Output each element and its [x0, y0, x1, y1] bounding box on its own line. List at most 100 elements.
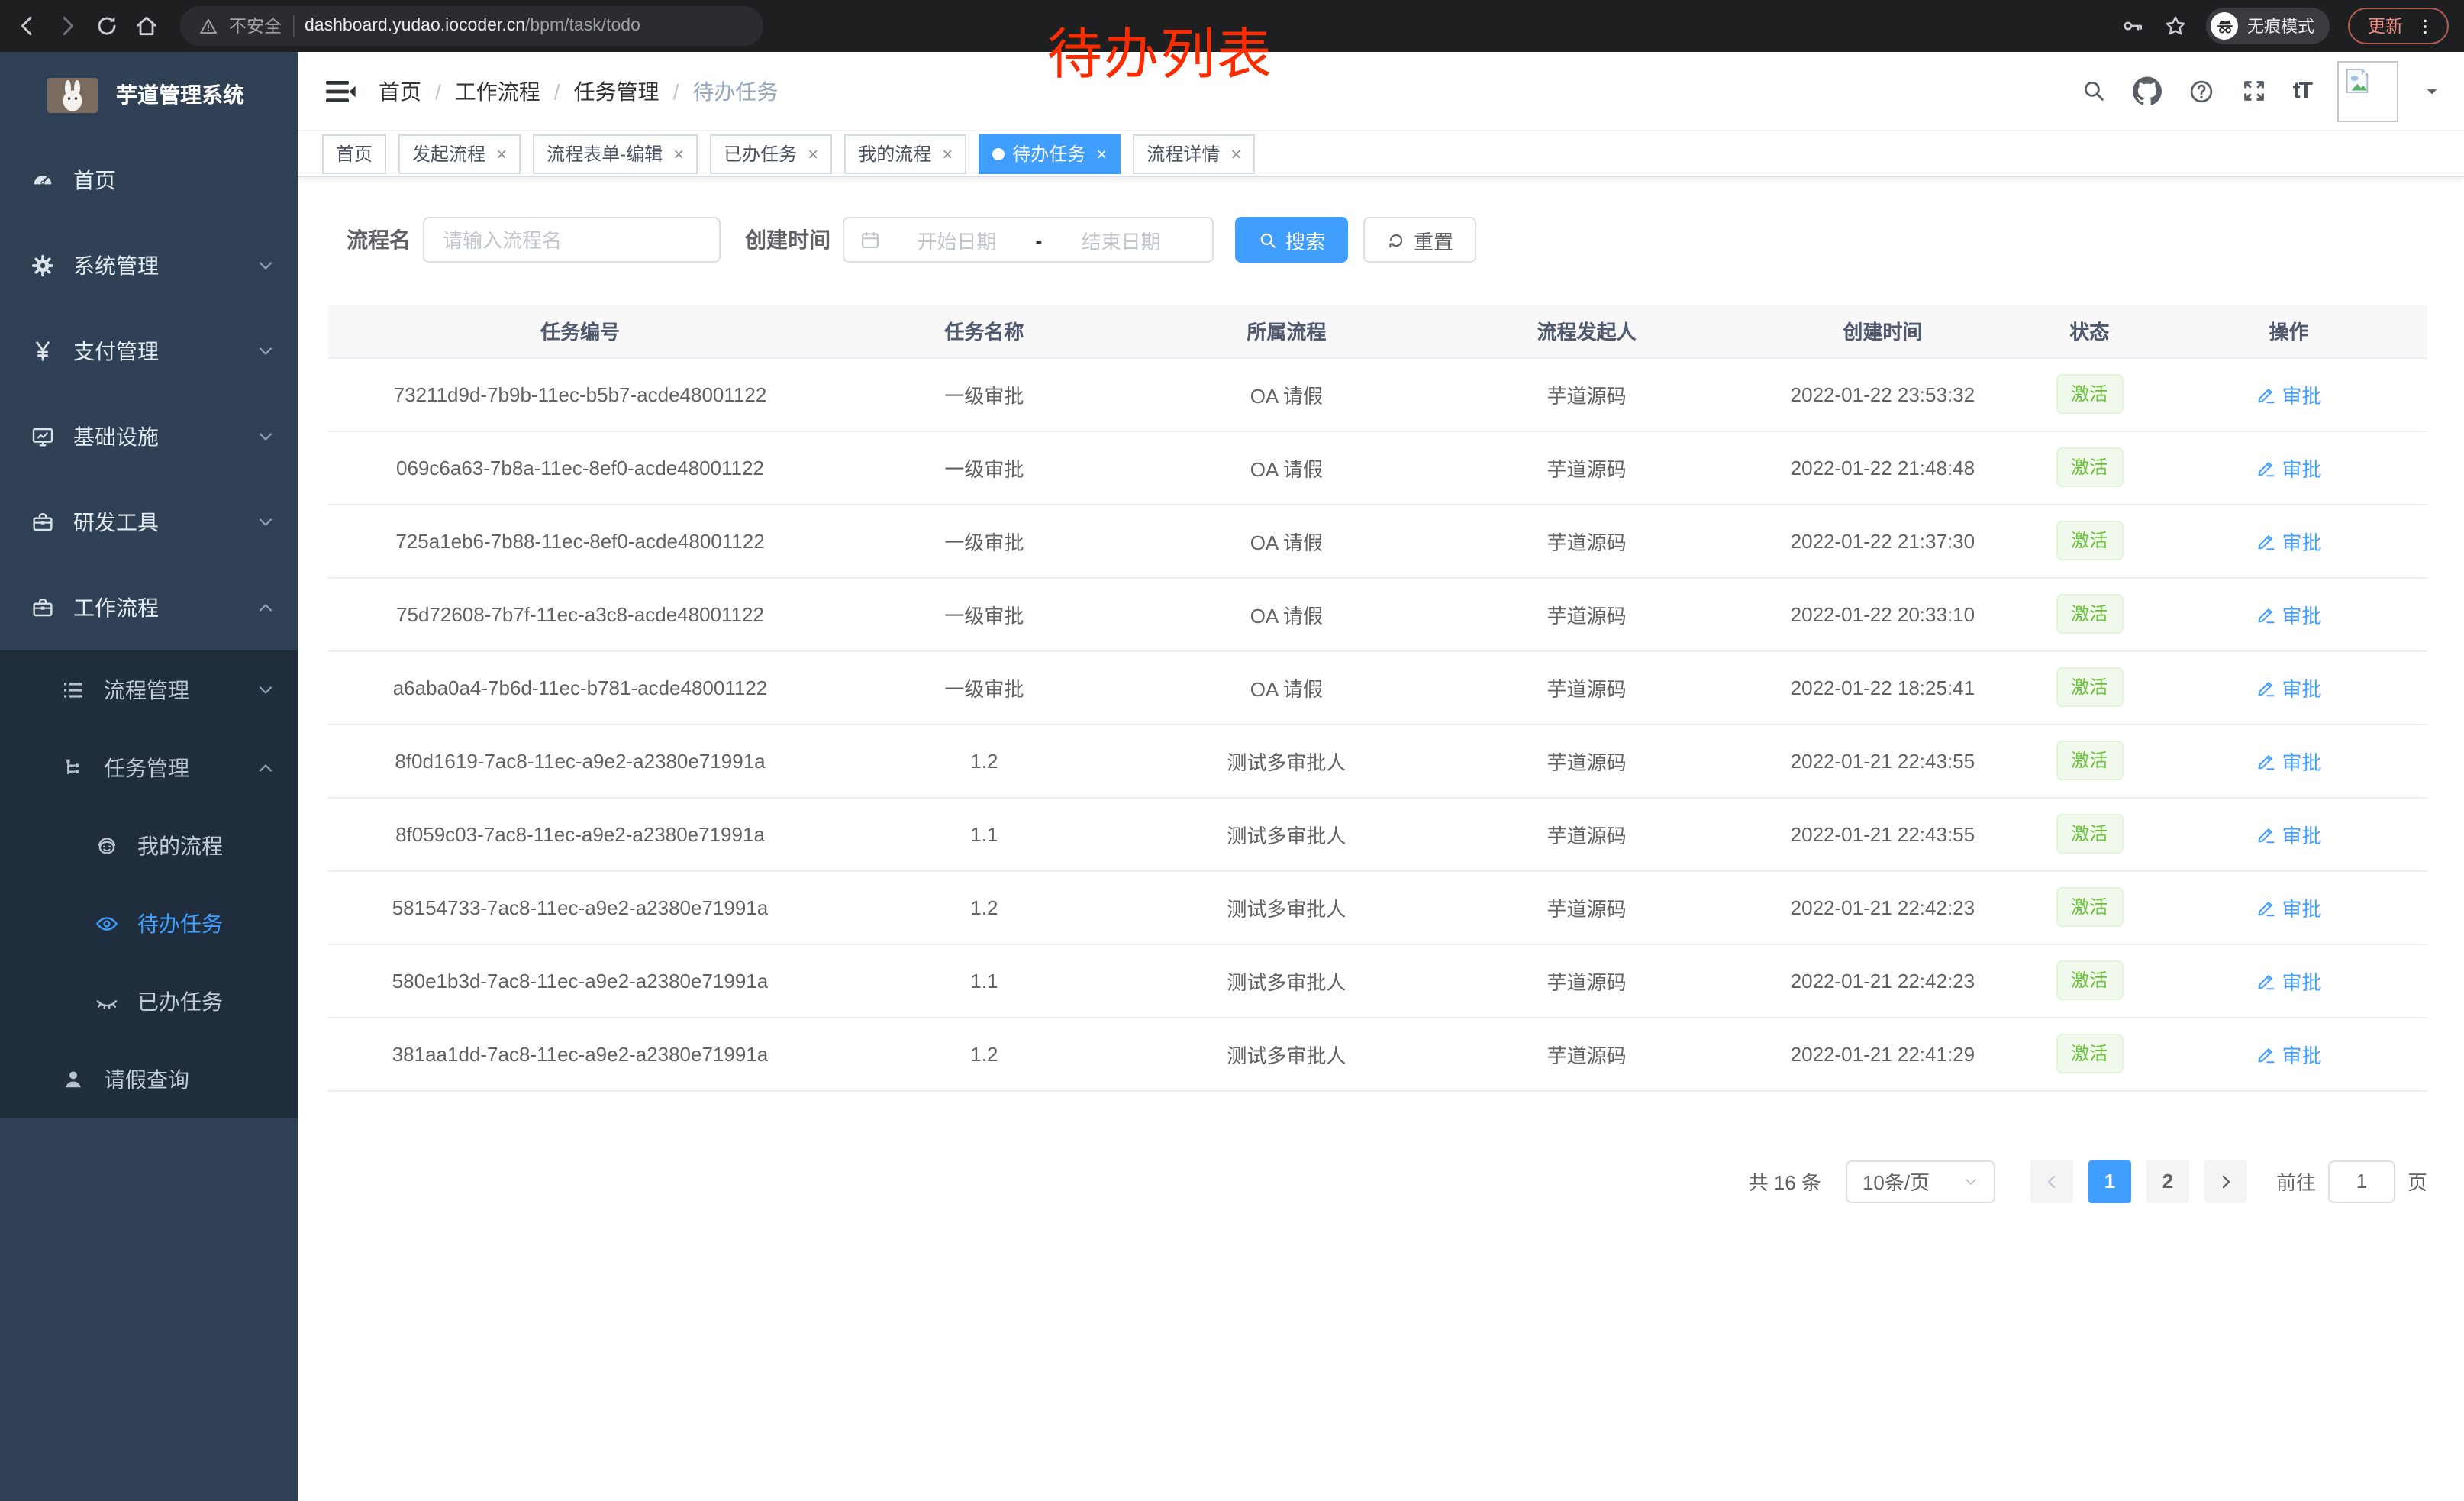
approve-button[interactable]: 审批 — [2256, 893, 2321, 922]
avatar[interactable] — [2337, 60, 2398, 121]
tab-start-process[interactable]: 发起流程 × — [398, 134, 521, 173]
sidebar-item-my-process[interactable]: 我的流程 — [0, 806, 298, 884]
table-row: 8f059c03-7ac8-11ec-a9e2-a2380e71991a1.1测… — [328, 797, 2427, 870]
tab-done-tasks[interactable]: 已办任务× — [710, 134, 832, 173]
sidebar-item-payment[interactable]: 支付管理 — [0, 308, 298, 394]
sidebar-item-leave-query[interactable]: 请假查询 — [0, 1040, 298, 1118]
process-name: 测试多审批人 — [1137, 944, 1437, 1017]
created-time: 2022-01-21 22:42:23 — [1737, 870, 2028, 944]
tab-process-detail[interactable]: 流程详情× — [1133, 134, 1255, 173]
reload-icon[interactable] — [95, 14, 119, 38]
task-name: 1.2 — [832, 724, 1137, 797]
approve-button[interactable]: 审批 — [2256, 379, 2321, 408]
browser-menu-icon[interactable] — [2415, 16, 2435, 36]
forward-icon[interactable] — [55, 14, 79, 38]
broken-image-icon — [2342, 65, 2372, 95]
address-bar[interactable]: 不安全 dashboard.yudao.iocoder.cn/bpm/task/… — [180, 6, 763, 46]
page-2-button[interactable]: 2 — [2146, 1160, 2189, 1202]
goto-page-input[interactable] — [2328, 1160, 2395, 1202]
approve-label: 审批 — [2282, 453, 2321, 482]
face-icon — [95, 833, 119, 857]
avatar-caret-icon[interactable] — [2424, 83, 2440, 98]
search-icon[interactable] — [2081, 78, 2107, 104]
close-icon[interactable]: × — [942, 143, 953, 164]
breadcrumb-workflow[interactable]: 工作流程 — [455, 76, 540, 106]
page-size-select[interactable]: 10条/页 — [1846, 1160, 1995, 1202]
update-label: 更新 — [2368, 14, 2403, 38]
list-icon — [61, 677, 85, 702]
sidebar-toggle-icon[interactable] — [322, 73, 359, 109]
not-secure-icon — [198, 16, 218, 36]
approve-button[interactable]: 审批 — [2256, 819, 2321, 848]
sidebar-item-done-tasks[interactable]: 已办任务 — [0, 962, 298, 1040]
tab-label: 发起流程 — [412, 140, 485, 166]
chevron-down-icon — [256, 342, 275, 360]
tab-process-form-edit[interactable]: 流程表单-编辑× — [533, 134, 698, 173]
sidebar-item-task-management[interactable]: 任务管理 — [0, 728, 298, 806]
font-size-icon[interactable]: tT — [2293, 78, 2311, 104]
search-icon — [1258, 230, 1278, 250]
search-button[interactable]: 搜索 — [1235, 217, 1348, 263]
breadcrumb-home[interactable]: 首页 — [379, 76, 421, 106]
prev-page-button[interactable] — [2030, 1160, 2073, 1202]
github-icon[interactable] — [2133, 76, 2162, 105]
incognito-badge: 无痕模式 — [2206, 8, 2330, 44]
starter: 芋道源码 — [1437, 577, 1737, 650]
breadcrumb-task-management[interactable]: 任务管理 — [574, 76, 660, 106]
approve-label: 审批 — [2282, 893, 2321, 922]
breadcrumb-separator: / — [554, 79, 560, 103]
close-icon[interactable]: × — [808, 143, 818, 164]
status-badge: 激活 — [2056, 667, 2123, 707]
back-icon[interactable] — [15, 14, 40, 38]
sidebar-item-process-management[interactable]: 流程管理 — [0, 650, 298, 728]
starter: 芋道源码 — [1437, 944, 1737, 1017]
approve-button[interactable]: 审批 — [2256, 1039, 2321, 1068]
sidebar-item-system[interactable]: 系统管理 — [0, 223, 298, 308]
close-icon[interactable]: × — [1096, 143, 1107, 164]
sidebar-item-dev-tools[interactable]: 研发工具 — [0, 479, 298, 565]
update-button[interactable]: 更新 — [2348, 8, 2449, 44]
process-name-input[interactable] — [423, 217, 721, 263]
password-key-icon[interactable] — [2121, 14, 2145, 38]
chevron-down-icon — [256, 680, 275, 699]
home-icon[interactable] — [134, 14, 159, 38]
sidebar-item-home[interactable]: 首页 — [0, 137, 298, 223]
fullscreen-icon[interactable] — [2241, 78, 2267, 104]
sidebar-item-infrastructure[interactable]: 基础设施 — [0, 394, 298, 479]
breadcrumb-current: 待办任务 — [692, 76, 778, 106]
gear-icon — [31, 253, 55, 278]
sidebar-item-todo-tasks[interactable]: 待办任务 — [0, 884, 298, 962]
url-divider — [292, 15, 294, 37]
approve-button[interactable]: 审批 — [2256, 599, 2321, 628]
date-range-picker[interactable]: 开始日期 - 结束日期 — [843, 217, 1214, 263]
next-page-button[interactable] — [2204, 1160, 2247, 1202]
chevron-down-icon — [256, 257, 275, 275]
created-time: 2022-01-22 21:37:30 — [1737, 504, 2028, 577]
help-icon[interactable] — [2188, 77, 2215, 105]
approve-button[interactable]: 审批 — [2256, 453, 2321, 482]
close-icon[interactable]: × — [496, 143, 507, 164]
approve-button[interactable]: 审批 — [2256, 526, 2321, 555]
approve-button[interactable]: 审批 — [2256, 746, 2321, 775]
task-name: 1.1 — [832, 944, 1137, 1017]
page-size-value: 10条/页 — [1863, 1167, 1930, 1196]
approve-label: 审批 — [2282, 673, 2321, 702]
page-1-button[interactable]: 1 — [2088, 1160, 2131, 1202]
sidebar-item-workflow[interactable]: 工作流程 — [0, 565, 298, 650]
end-date-placeholder[interactable]: 结束日期 — [1045, 225, 1197, 254]
starter: 芋道源码 — [1437, 504, 1737, 577]
start-date-placeholder[interactable]: 开始日期 — [881, 225, 1033, 254]
close-icon[interactable]: × — [673, 143, 684, 164]
bookmark-star-icon[interactable] — [2163, 14, 2188, 38]
reset-button[interactable]: 重置 — [1363, 217, 1476, 263]
tab-home[interactable]: 首页 — [322, 134, 386, 173]
close-icon[interactable]: × — [1230, 143, 1241, 164]
url-host: dashboard.yudao.iocoder.cn — [305, 17, 525, 35]
tab-my-process[interactable]: 我的流程× — [844, 134, 966, 173]
edit-icon — [2256, 457, 2275, 477]
app-logo[interactable]: 芋道管理系统 — [0, 52, 298, 137]
approve-button[interactable]: 审批 — [2256, 966, 2321, 995]
approve-button[interactable]: 审批 — [2256, 673, 2321, 702]
sidebar-item-label: 支付管理 — [73, 336, 159, 366]
tab-todo-tasks[interactable]: 待办任务× — [979, 134, 1121, 173]
